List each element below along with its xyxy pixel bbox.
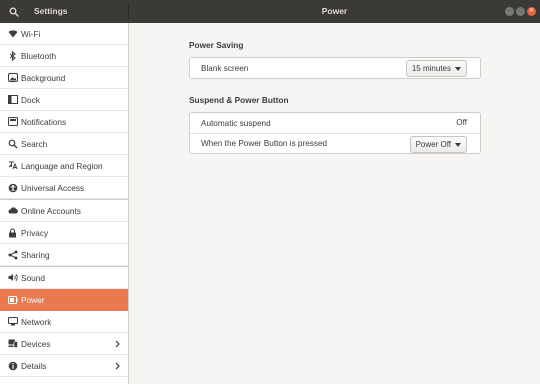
power-saving-list: Blank screen 15 minutes <box>189 57 481 79</box>
close-icon: ✕ <box>528 8 535 14</box>
automatic-suspend-row[interactable]: Automatic suspend Off <box>190 113 480 133</box>
sidebar-item-power[interactable]: Power <box>0 289 128 311</box>
bluetooth-icon <box>0 50 21 61</box>
minimize-button[interactable]: – <box>505 7 514 16</box>
dock-icon <box>0 95 21 104</box>
sidebar-item-label: Privacy <box>21 227 49 238</box>
details-icon <box>0 361 21 371</box>
sidebar-item-search[interactable]: Search <box>0 133 128 155</box>
sidebar-item-label: Sharing <box>21 249 50 260</box>
sidebar-item-dock[interactable]: Dock <box>0 89 128 111</box>
sidebar: Wi-Fi Bluetooth Background Dock Notifica <box>0 23 129 384</box>
sidebar-item-label: Details <box>21 360 47 371</box>
power-saving-heading: Power Saving <box>189 40 244 50</box>
search-icon <box>0 139 21 149</box>
sidebar-item-label: Online Accounts <box>21 205 81 216</box>
sidebar-item-label: Notifications <box>21 116 67 127</box>
online-accounts-icon <box>0 206 21 215</box>
sidebar-item-label: Language and Region <box>21 160 103 171</box>
power-button-label: When the Power Button is pressed <box>201 139 328 148</box>
power-panel: Power Saving Blank screen 15 minutes Sus… <box>129 23 540 384</box>
blank-screen-dropdown[interactable]: 15 minutes <box>405 60 467 77</box>
sidebar-item-background[interactable]: Background <box>0 67 128 89</box>
header-bar: Settings Power – □ ✕ <box>0 0 540 23</box>
sidebar-item-devices[interactable]: Devices <box>0 333 128 355</box>
devices-icon <box>0 339 21 348</box>
settings-window: Settings Power – □ ✕ Wi-Fi Bluetooth Bac… <box>0 0 540 384</box>
sharing-icon <box>0 250 21 260</box>
sidebar-item-privacy[interactable]: Privacy <box>0 222 128 244</box>
chevron-right-icon <box>115 333 120 355</box>
page-title: Power <box>321 6 348 16</box>
sidebar-item-notifications[interactable]: Notifications <box>0 111 128 133</box>
automatic-suspend-label: Automatic suspend <box>201 118 271 128</box>
maximize-icon: □ <box>518 8 523 14</box>
power-button-dropdown[interactable]: Power Off <box>409 136 467 153</box>
chevron-right-icon <box>115 355 120 377</box>
power-icon <box>0 295 21 304</box>
power-button-row: When the Power Button is pressed Power O… <box>190 133 480 153</box>
search-button[interactable] <box>0 0 28 23</box>
sidebar-item-label: Devices <box>21 338 51 349</box>
sidebar-item-wifi[interactable]: Wi-Fi <box>0 23 128 45</box>
settings-title: Settings <box>34 6 68 16</box>
sidebar-item-label: Sound <box>21 272 45 283</box>
minimize-icon: – <box>507 8 512 14</box>
blank-screen-value: 15 minutes <box>411 64 451 73</box>
suspend-list: Automatic suspend Off When the Power But… <box>189 112 481 154</box>
dropdown-arrow-icon <box>455 66 461 71</box>
blank-screen-label: Blank screen <box>201 63 249 73</box>
search-icon <box>9 7 19 17</box>
suspend-heading: Suspend & Power Button <box>189 95 289 105</box>
power-button-value: Power Off <box>415 140 451 149</box>
notifications-icon <box>0 117 21 126</box>
dropdown-arrow-icon <box>455 142 461 147</box>
sidebar-item-sound[interactable]: Sound <box>0 267 128 289</box>
sidebar-item-label: Universal Access <box>21 182 85 193</box>
sidebar-item-sharing[interactable]: Sharing <box>0 244 128 266</box>
network-icon <box>0 317 21 326</box>
sidebar-item-label: Search <box>21 138 48 149</box>
privacy-icon <box>0 227 21 238</box>
blank-screen-row: Blank screen 15 minutes <box>190 58 480 78</box>
close-button[interactable]: ✕ <box>527 7 536 16</box>
sidebar-item-label: Wi-Fi <box>21 28 41 39</box>
background-icon <box>0 73 21 82</box>
sidebar-item-network[interactable]: Network <box>0 311 128 333</box>
sidebar-item-label: Network <box>21 316 52 327</box>
automatic-suspend-value: Off <box>456 118 467 127</box>
sidebar-item-label: Bluetooth <box>21 50 57 61</box>
sidebar-item-label: Background <box>21 72 66 83</box>
sidebar-item-bluetooth[interactable]: Bluetooth <box>0 45 128 67</box>
maximize-button[interactable]: □ <box>516 7 525 16</box>
sidebar-item-details[interactable]: Details <box>0 355 128 377</box>
sound-icon <box>0 273 21 282</box>
sidebar-item-label: Power <box>21 294 45 305</box>
sidebar-item-universal-access[interactable]: Universal Access <box>0 177 128 199</box>
wifi-icon <box>0 29 21 38</box>
universal-access-icon <box>0 183 21 193</box>
sidebar-item-online-accounts[interactable]: Online Accounts <box>0 200 128 222</box>
sidebar-item-language[interactable]: Language and Region <box>0 155 128 177</box>
sidebar-item-label: Dock <box>21 94 40 105</box>
language-icon <box>0 161 21 170</box>
